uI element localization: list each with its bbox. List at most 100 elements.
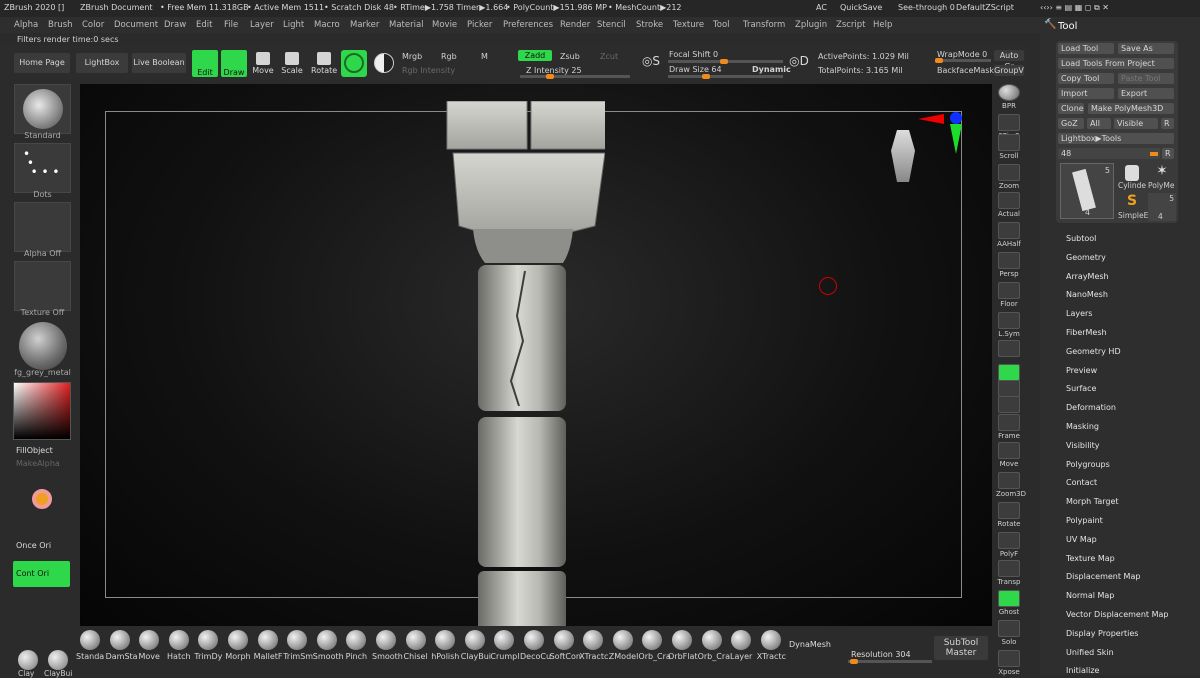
tool-menu-geometry-hd[interactable]: Geometry HD — [1066, 347, 1121, 356]
zcut-button[interactable]: Zcut — [600, 52, 618, 61]
fill-object-button[interactable]: FillObject — [16, 446, 53, 455]
lightbox-button[interactable]: LightBox — [76, 53, 128, 73]
default-zscript[interactable]: DefaultZScript — [956, 3, 1014, 12]
tool-menu-preview[interactable]: Preview — [1066, 366, 1097, 375]
save-as-button[interactable]: Save As — [1118, 43, 1174, 54]
brush-orb-cra-21[interactable]: Orb_Cra — [698, 628, 730, 661]
simplebrush-tool-thumb[interactable]: S SimpleE — [1118, 193, 1148, 221]
pillar-small-thumb[interactable]: 54 — [1148, 193, 1176, 221]
menu-render[interactable]: Render — [560, 20, 590, 30]
yin-yang-button[interactable] — [371, 50, 397, 77]
tool-menu-display-properties[interactable]: Display Properties — [1066, 629, 1138, 638]
tool-menu-fibermesh[interactable]: FiberMesh — [1066, 328, 1107, 337]
tool-count-slider[interactable]: 48 — [1058, 148, 1160, 159]
zsub-button[interactable]: Zsub — [560, 52, 580, 61]
menu-tool[interactable]: Tool — [713, 20, 730, 30]
wrapmode-label[interactable]: WrapMode 0 — [937, 50, 987, 59]
brush-claybui-13[interactable]: ClayBui — [461, 628, 491, 661]
brush-xtractc-17[interactable]: XTractc — [579, 628, 608, 661]
load-tool-button[interactable]: Load Tool — [1058, 43, 1114, 54]
menu-help[interactable]: Help — [873, 20, 892, 30]
tool-menu-uv-map[interactable]: UV Map — [1066, 535, 1097, 544]
rgb-button[interactable]: Rgb — [441, 52, 457, 61]
tool-menu-deformation[interactable]: Deformation — [1066, 403, 1116, 412]
menu-layer[interactable]: Layer — [250, 20, 274, 30]
brush-malletf-6[interactable]: MalletF — [254, 628, 283, 661]
draw-button[interactable]: Draw — [221, 50, 247, 77]
brush-selector[interactable] — [14, 84, 71, 134]
shelf-shelf-12-button[interactable] — [996, 396, 1022, 414]
tool-menu-normal-map[interactable]: Normal Map — [1066, 591, 1114, 600]
copy-tool-button[interactable]: Copy Tool — [1058, 73, 1114, 84]
auto-groups-button[interactable]: Auto Gr — [994, 50, 1024, 71]
shelf-zoom3d-button[interactable]: Zoom3D — [996, 472, 1026, 498]
pillar-model[interactable] — [445, 101, 605, 626]
edit-button[interactable]: Edit — [192, 50, 218, 77]
shelf-transp-button[interactable]: Transp — [996, 560, 1022, 586]
menu-movie[interactable]: Movie — [432, 20, 457, 30]
shelf-frame-button[interactable]: Frame — [996, 414, 1022, 440]
wrapmode-slider[interactable] — [935, 58, 991, 63]
brush-decocu-15[interactable]: DecoCu — [520, 628, 551, 661]
alpha-selector[interactable] — [14, 202, 71, 252]
shelf-ghost-button[interactable]: Ghost — [996, 590, 1022, 616]
tool-menu-geometry[interactable]: Geometry — [1066, 253, 1106, 262]
menu-alpha[interactable]: Alpha — [14, 20, 38, 30]
shelf-shelf-9-button[interactable] — [996, 340, 1022, 358]
tool-menu-polypaint[interactable]: Polypaint — [1066, 516, 1103, 525]
menu-picker[interactable]: Picker — [467, 20, 492, 30]
export-button[interactable]: Export — [1118, 88, 1174, 99]
material-sphere-button[interactable] — [341, 50, 367, 77]
brush-hpolish-12[interactable]: hPolish — [431, 628, 459, 661]
scale-button[interactable]: Scale — [280, 52, 304, 75]
tool-menu-contact[interactable]: Contact — [1066, 478, 1097, 487]
backface-mask-button[interactable]: BackfaceMask — [937, 66, 994, 75]
spotlight-d-icon[interactable]: ◎D — [788, 54, 810, 68]
tool-menu-polygroups[interactable]: Polygroups — [1066, 460, 1110, 469]
tool-menu-nanomesh[interactable]: NanoMesh — [1066, 290, 1108, 299]
cylinder-tool-thumb[interactable]: Cylinde — [1118, 163, 1146, 191]
cont-ori-button[interactable]: Cont Ori — [13, 561, 70, 587]
menu-preferences[interactable]: Preferences — [503, 20, 553, 30]
tool-menu-subtool[interactable]: Subtool — [1066, 234, 1096, 243]
resolution-slider[interactable] — [848, 659, 932, 664]
paste-tool-button[interactable]: Paste Tool — [1118, 73, 1174, 84]
rgb-intensity-slider[interactable]: Rgb Intensity — [402, 66, 455, 75]
brush-zmodel-18[interactable]: ZModel — [609, 628, 638, 661]
menu-macro[interactable]: Macro — [314, 20, 340, 30]
move-button[interactable]: Move — [251, 52, 275, 75]
shelf-zoom-button[interactable]: Zoom — [996, 164, 1022, 190]
goz-button[interactable]: GoZ — [1058, 118, 1084, 129]
shelf-scroll-button[interactable]: Scroll — [996, 134, 1022, 160]
clay-brush-icon[interactable] — [18, 650, 38, 670]
focal-shift-label[interactable]: Focal Shift 0 — [669, 50, 718, 59]
dynamic-toggle[interactable]: Dynamic — [752, 65, 791, 74]
focal-shift-knob[interactable] — [720, 59, 728, 64]
menu-brush[interactable]: Brush — [48, 20, 73, 30]
z-intensity-slider[interactable] — [520, 74, 630, 79]
menu-edit[interactable]: Edit — [196, 20, 212, 30]
live-boolean-button[interactable]: Live Boolean — [132, 53, 186, 73]
shelf-move-button[interactable]: Move — [996, 442, 1022, 468]
tool-menu-surface[interactable]: Surface — [1066, 384, 1096, 393]
once-ori-button[interactable]: Once Ori — [16, 541, 51, 550]
shelf-xpose-button[interactable]: Xpose — [996, 650, 1022, 676]
shelf-solo-button[interactable]: Solo — [996, 620, 1022, 646]
dynamesh-button[interactable]: DynaMesh — [789, 640, 831, 649]
claybuildup-brush-icon[interactable] — [48, 650, 68, 670]
brush-orbflat-20[interactable]: OrbFlat — [668, 628, 698, 661]
brush-damsta-1[interactable]: DamSta — [106, 628, 138, 661]
shelf-l-sym-button[interactable]: L.Sym — [996, 312, 1022, 338]
wrapmode-knob[interactable] — [935, 58, 943, 63]
tool-count-r-button[interactable]: R — [1162, 148, 1174, 159]
shelf-bpr-button[interactable]: BPR — [996, 84, 1022, 110]
stroke-selector[interactable]: • • • • • — [14, 143, 71, 193]
z-intensity-label[interactable]: Z Intensity 25 — [526, 66, 582, 75]
lightbox-tools-button[interactable]: Lightbox▶Tools — [1058, 133, 1174, 144]
menu-stencil[interactable]: Stencil — [597, 20, 626, 30]
shelf-persp-button[interactable]: Persp — [996, 252, 1022, 278]
draw-size-label[interactable]: Draw Size 64 — [669, 65, 722, 74]
brush-xtractc-23[interactable]: XTractc — [757, 628, 786, 661]
brush-trimdy-4[interactable]: TrimDy — [194, 628, 222, 661]
brush-orb-cra-19[interactable]: Orb_Cra — [638, 628, 671, 661]
